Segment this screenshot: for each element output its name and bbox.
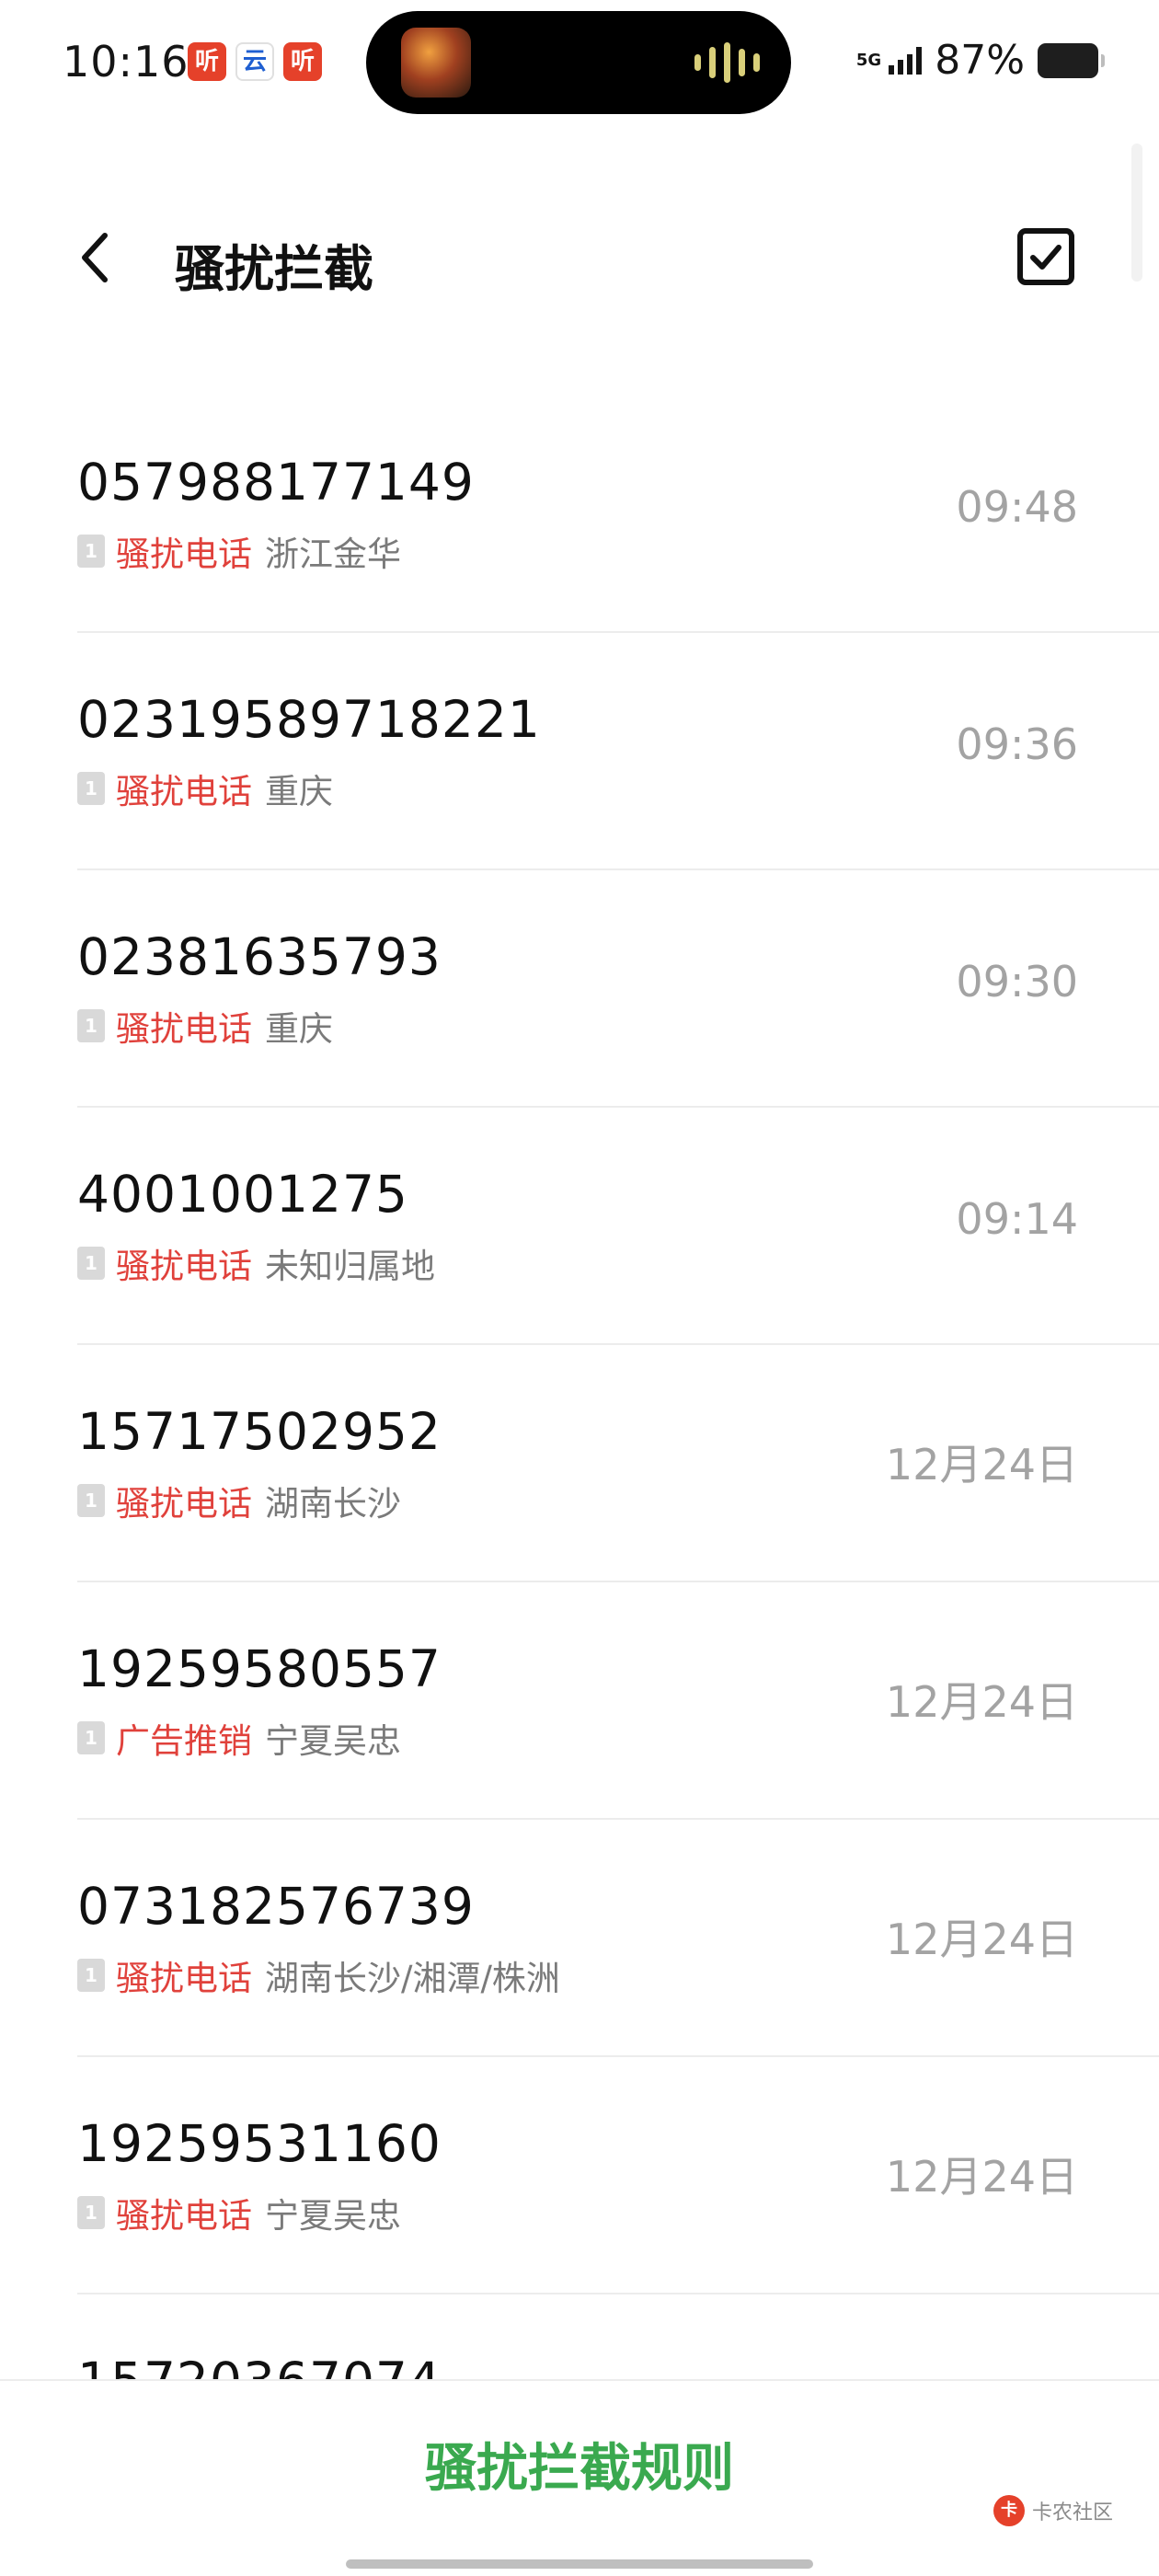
listen-app-icon: 听	[188, 42, 226, 81]
call-location: 重庆	[265, 772, 333, 811]
call-location: 湖南长沙/湘潭/株洲	[265, 1959, 560, 1998]
blocked-call-list: 057988177149 1 骚扰电话 浙江金华 09:48 023195897…	[0, 396, 1159, 2383]
sim-card-icon: 1	[77, 1484, 105, 1517]
call-tag: 骚扰电话	[116, 535, 252, 574]
call-location: 重庆	[265, 1009, 333, 1049]
intercept-rules-button[interactable]: 骚扰拦截规则	[350, 2423, 809, 2512]
sim-card-icon: 1	[77, 535, 105, 568]
call-tag: 骚扰电话	[116, 1959, 252, 1998]
status-time: 10:16	[63, 37, 189, 86]
call-time: 12月24日	[885, 1677, 1078, 1727]
media-artwork-icon	[401, 28, 471, 98]
call-time: 09:36	[956, 719, 1078, 769]
call-location: 浙江金华	[265, 535, 401, 574]
call-list-item[interactable]: 19259531160 1 骚扰电话 宁夏吴忠 12月24日	[77, 2057, 1159, 2294]
call-number: 19259531160	[77, 2114, 442, 2173]
status-bar: 10:16 听 云 听 5G 87%	[0, 0, 1159, 129]
scrollbar[interactable]	[1131, 144, 1142, 282]
call-number: 02381635793	[77, 927, 442, 986]
call-tag: 骚扰电话	[116, 1484, 252, 1524]
call-list-item[interactable]: 02319589718221 1 骚扰电话 重庆 09:36	[77, 633, 1159, 870]
call-time: 12月24日	[885, 1440, 1078, 1489]
call-number: 19259580557	[77, 1639, 442, 1698]
call-number: 15720367074	[77, 2352, 442, 2383]
call-time: 09:48	[956, 482, 1078, 532]
sim-card-icon: 1	[77, 772, 105, 805]
home-indicator[interactable]	[346, 2559, 813, 2569]
call-location: 未知归属地	[265, 1247, 435, 1286]
call-time: 12月24日	[885, 1915, 1078, 1964]
call-number: 073182576739	[77, 1877, 475, 1936]
multi-select-button[interactable]	[1016, 226, 1076, 287]
app-header: 骚扰拦截	[0, 202, 1159, 313]
call-meta: 1 广告推销 宁夏吴忠	[77, 1713, 401, 1763]
call-list-item[interactable]: 073182576739 1 骚扰电话 湖南长沙/湘潭/株洲 12月24日	[77, 1820, 1159, 2057]
chevron-left-icon	[82, 233, 108, 282]
call-list-item[interactable]: 15717502952 1 骚扰电话 湖南长沙 12月24日	[77, 1345, 1159, 1582]
battery-icon	[1038, 42, 1105, 78]
signal-icon	[889, 46, 923, 75]
call-time: 09:14	[956, 1194, 1078, 1244]
community-logo-icon: 卡	[993, 2495, 1025, 2526]
call-tag: 骚扰电话	[116, 772, 252, 811]
call-meta: 1 骚扰电话 未知归属地	[77, 1238, 435, 1288]
sim-card-icon: 1	[77, 1009, 105, 1042]
dynamic-island[interactable]	[366, 11, 791, 114]
back-button[interactable]	[68, 230, 123, 285]
call-list-item[interactable]: 02381635793 1 骚扰电话 重庆 09:30	[77, 870, 1159, 1108]
checkbox-icon	[1017, 228, 1074, 285]
battery-percent: 87%	[935, 37, 1025, 84]
sim-card-icon: 1	[77, 2196, 105, 2229]
page-title: 骚扰拦截	[175, 240, 373, 298]
call-tag: 骚扰电话	[116, 1247, 252, 1286]
call-list-item[interactable]: 057988177149 1 骚扰电话 浙江金华 09:48	[77, 396, 1159, 633]
call-meta: 1 骚扰电话 重庆	[77, 1001, 333, 1051]
watermark-text: 卡农社区	[1032, 2501, 1114, 2524]
call-meta: 1 骚扰电话 湖南长沙/湘潭/株洲	[77, 1950, 560, 2000]
call-location: 湖南长沙	[265, 1484, 401, 1524]
sim-card-icon: 1	[77, 1247, 105, 1280]
network-type: 5G	[855, 50, 882, 70]
call-number: 4001001275	[77, 1165, 408, 1224]
call-meta: 1 骚扰电话 重庆	[77, 764, 333, 813]
sim-card-icon: 1	[77, 1959, 105, 1992]
audio-wave-icon	[694, 42, 760, 83]
call-tag: 广告推销	[116, 1721, 252, 1761]
bottom-action-bar: 骚扰拦截规则 卡 卡农社区	[0, 2379, 1159, 2576]
listen-app-icon-2: 听	[283, 42, 322, 81]
call-list-item[interactable]: 19259580557 1 广告推销 宁夏吴忠 12月24日	[77, 1582, 1159, 1820]
call-meta: 1 骚扰电话 浙江金华	[77, 526, 401, 576]
status-indicators: 5G 87%	[855, 37, 1105, 84]
call-time: 12月24日	[885, 2152, 1078, 2202]
call-number: 02319589718221	[77, 690, 541, 749]
call-number: 057988177149	[77, 453, 475, 512]
call-list-item[interactable]: 15720367074	[77, 2294, 1159, 2383]
call-location: 宁夏吴忠	[265, 2196, 401, 2236]
call-meta: 1 骚扰电话 宁夏吴忠	[77, 2188, 401, 2237]
call-time: 09:30	[956, 957, 1078, 1006]
call-tag: 骚扰电话	[116, 1009, 252, 1049]
call-location: 宁夏吴忠	[265, 1721, 401, 1761]
call-number: 15717502952	[77, 1402, 442, 1461]
call-list-item[interactable]: 4001001275 1 骚扰电话 未知归属地 09:14	[77, 1108, 1159, 1345]
notification-icons: 听 云 听	[188, 42, 322, 81]
call-meta: 1 骚扰电话 湖南长沙	[77, 1476, 401, 1525]
call-tag: 骚扰电话	[116, 2196, 252, 2236]
watermark: 卡 卡农社区	[993, 2495, 1113, 2526]
sim-card-icon: 1	[77, 1721, 105, 1754]
cloud-app-icon: 云	[235, 42, 274, 81]
